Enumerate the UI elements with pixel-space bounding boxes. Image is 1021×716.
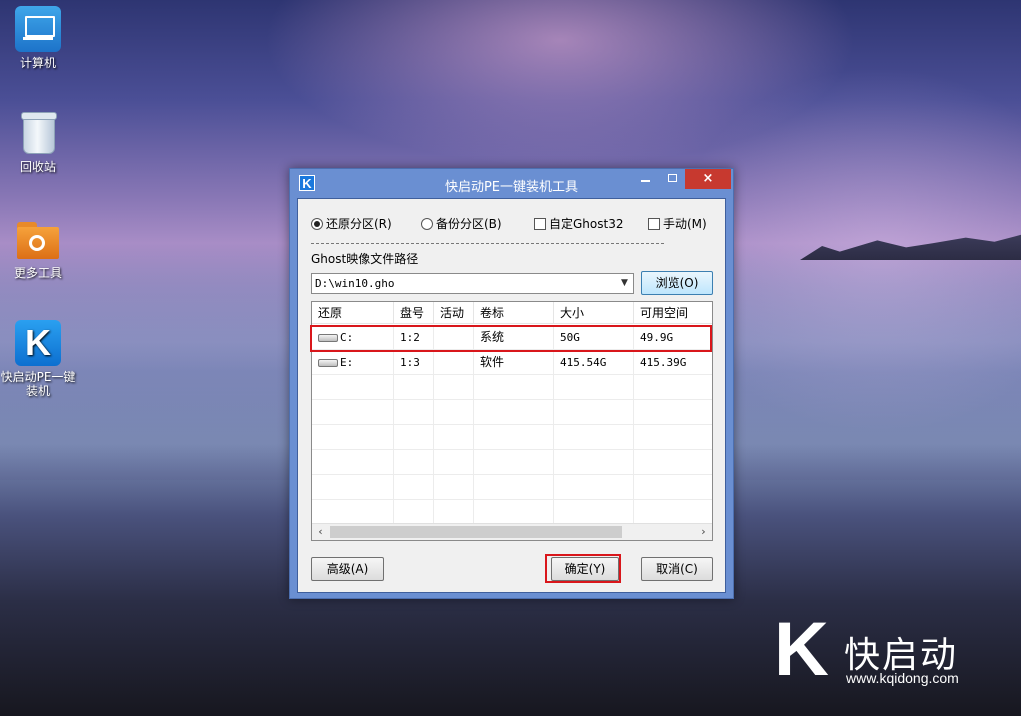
table-row-empty — [312, 425, 712, 450]
cell-free-space: 49.9G — [640, 331, 674, 344]
table-row[interactable]: E: 1:3 软件 415.54G 415.39G — [312, 350, 712, 375]
ghost-path-value: D:\win10.gho — [315, 277, 395, 290]
cell-active — [434, 350, 474, 375]
table-header: 还原 盘号 活动 卷标 大小 可用空间 — [312, 302, 712, 324]
ghost-path-label: Ghost映像文件路径 — [311, 252, 419, 266]
desktop-icon-tools[interactable]: 更多工具 — [0, 216, 76, 280]
close-icon: × — [702, 171, 714, 186]
checkbox-ghost32-label: 自定Ghost32 — [549, 217, 624, 231]
desktop-icon-computer[interactable]: 计算机 — [0, 6, 76, 70]
hard-drive-icon — [318, 359, 338, 367]
cell-volume: 软件 — [474, 350, 554, 375]
scroll-left-icon[interactable]: ‹ — [312, 524, 329, 540]
column-header-size[interactable]: 大小 — [554, 302, 634, 324]
table-row-empty — [312, 375, 712, 400]
desktop-icon-label: 计算机 — [19, 56, 56, 70]
checkbox-manual[interactable]: 手动(M) — [648, 215, 707, 232]
separator — [311, 243, 664, 244]
tools-folder-icon — [15, 216, 61, 262]
radio-restore-partition[interactable]: 还原分区(R) — [311, 215, 392, 232]
checkbox-icon — [648, 218, 660, 230]
table-row[interactable]: C: 1:2 系统 50G 49.9G — [312, 325, 712, 350]
hard-drive-icon — [318, 334, 338, 342]
desktop-icon-recycle-bin[interactable]: 回收站 — [0, 110, 76, 174]
kqidong-installer-icon: K — [15, 320, 61, 366]
column-header-active[interactable]: 活动 — [434, 302, 474, 324]
desktop-icon-label: 回收站 — [19, 160, 56, 174]
brand-logo-k: K — [774, 607, 829, 692]
recycle-bin-icon — [19, 110, 57, 156]
column-header-restore[interactable]: 还原 — [312, 302, 394, 324]
close-button[interactable]: × — [685, 169, 731, 189]
table-row-empty — [312, 500, 712, 525]
installer-dialog: K 快启动PE一键装机工具 × 还原分区(R) 备份分区(B) 自定Ghost3… — [289, 168, 734, 599]
minimize-button[interactable] — [632, 169, 658, 189]
brand-watermark: K 快启动 www.kqidong.com — [774, 612, 1004, 692]
brand-url: www.kqidong.com — [846, 670, 959, 686]
chevron-down-icon[interactable]: ▼ — [616, 274, 633, 293]
checkbox-custom-ghost32[interactable]: 自定Ghost32 — [534, 215, 623, 232]
table-row-empty — [312, 400, 712, 425]
desktop-icon-label: 更多工具 — [13, 266, 62, 280]
cell-drive: C: — [312, 325, 394, 350]
partition-table: 还原 盘号 活动 卷标 大小 可用空间 C: 1:2 系统 50G 49.9G … — [311, 301, 713, 541]
horizontal-scrollbar[interactable]: ‹ › — [312, 523, 712, 540]
minimize-icon — [640, 180, 650, 182]
column-header-disk[interactable]: 盘号 — [394, 302, 434, 324]
cell-volume: 系统 — [474, 325, 554, 350]
radio-backup-label: 备份分区(B) — [436, 217, 502, 231]
radio-selected-icon — [311, 218, 323, 230]
cell-size: 415.54G — [554, 350, 634, 375]
desktop-icon-kqidong[interactable]: K 快启动PE一键装机 — [0, 320, 76, 398]
gear-icon — [29, 235, 45, 251]
k-logo-glyph: K — [25, 322, 51, 363]
ok-button[interactable]: 确定(Y) — [551, 557, 619, 581]
checkbox-icon — [534, 218, 546, 230]
scroll-right-icon[interactable]: › — [695, 524, 712, 540]
maximize-icon — [667, 174, 677, 182]
cancel-button[interactable]: 取消(C) — [641, 557, 713, 581]
scrollbar-thumb[interactable] — [330, 526, 622, 538]
cell-disk: 1:2 — [394, 325, 434, 350]
table-row-empty — [312, 475, 712, 500]
desktop-icon-label: 快启动PE一键装机 — [0, 370, 76, 398]
cell-drive: E: — [312, 350, 394, 375]
cell-active — [434, 325, 474, 350]
radio-backup-partition[interactable]: 备份分区(B) — [421, 215, 502, 232]
checkbox-manual-label: 手动(M) — [663, 217, 707, 231]
cell-size: 50G — [554, 325, 634, 350]
radio-icon — [421, 218, 433, 230]
advanced-button[interactable]: 高级(A) — [311, 557, 384, 581]
maximize-button[interactable] — [659, 169, 685, 189]
dialog-client-area: 还原分区(R) 备份分区(B) 自定Ghost32 手动(M) Ghost映像文… — [297, 198, 726, 593]
column-header-free-space[interactable]: 可用空间 — [634, 302, 712, 324]
column-header-volume[interactable]: 卷标 — [474, 302, 554, 324]
ghost-path-combobox[interactable]: D:\win10.gho ▼ — [311, 273, 634, 294]
cell-free-space: 415.39G — [640, 356, 687, 369]
computer-icon — [15, 6, 61, 52]
cell-disk: 1:3 — [394, 350, 434, 375]
dialog-titlebar[interactable]: K 快启动PE一键装机工具 × — [290, 169, 733, 198]
wallpaper-headland — [800, 234, 1021, 260]
browse-button[interactable]: 浏览(O) — [641, 271, 713, 295]
radio-restore-label: 还原分区(R) — [326, 217, 392, 231]
table-row-empty — [312, 450, 712, 475]
